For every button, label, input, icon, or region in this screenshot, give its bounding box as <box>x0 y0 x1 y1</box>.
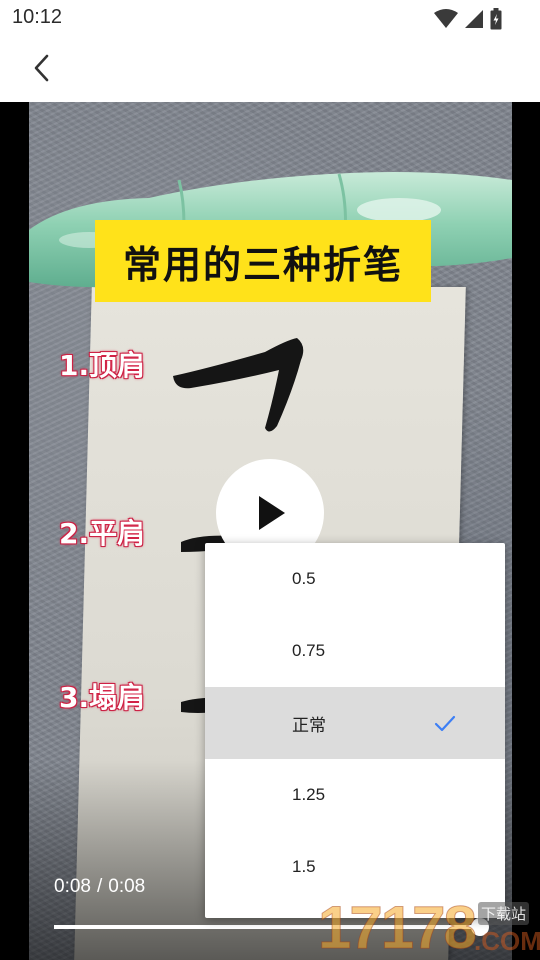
brush-stroke-1 <box>173 338 304 432</box>
stroke-label-1: 1.顶肩 <box>59 349 146 382</box>
speed-option-0[interactable]: 0.5 <box>205 543 505 615</box>
time-readout: 0:08/0:08 <box>54 876 145 898</box>
check-icon <box>434 715 456 732</box>
speed-option-label: 正常 <box>292 715 326 735</box>
stroke-label-3: 3.塌肩 <box>59 681 146 714</box>
status-time: 10:12 <box>12 6 63 28</box>
title-banner: 常用的三种折笔 <box>95 220 431 302</box>
speed-option-label: 1.5 <box>292 857 316 876</box>
back-button[interactable] <box>24 48 60 88</box>
app-bar <box>0 36 540 102</box>
stroke-label-2: 2.平肩 <box>59 517 146 550</box>
speed-option-3[interactable]: 1.25 <box>205 759 505 831</box>
chevron-left-icon <box>34 54 49 82</box>
play-icon <box>259 496 285 530</box>
battery-charging-icon <box>490 8 502 30</box>
wifi-icon <box>434 9 458 28</box>
seek-bar-progress <box>54 925 480 929</box>
duration: 0:08 <box>108 876 146 897</box>
current-time: 0:08 <box>54 876 91 897</box>
time-separator: / <box>96 876 103 897</box>
speed-option-4[interactable]: 1.5 <box>205 831 505 903</box>
status-icons <box>434 8 502 30</box>
seek-bar-thumb[interactable] <box>471 918 489 936</box>
playback-speed-menu: 0.5 0.75 正常 1.25 1.5 <box>205 543 505 918</box>
status-bar: 10:12 <box>0 0 540 36</box>
speed-option-1[interactable]: 0.75 <box>205 615 505 687</box>
cell-signal-icon <box>465 10 483 28</box>
speed-option-label: 0.75 <box>292 641 326 660</box>
speed-option-label: 1.25 <box>292 785 326 804</box>
seek-bar[interactable] <box>54 925 480 929</box>
speed-option-label: 0.5 <box>292 569 316 588</box>
speed-option-2[interactable]: 正常 <box>205 687 505 759</box>
title-banner-text: 常用的三种折笔 <box>122 242 403 287</box>
